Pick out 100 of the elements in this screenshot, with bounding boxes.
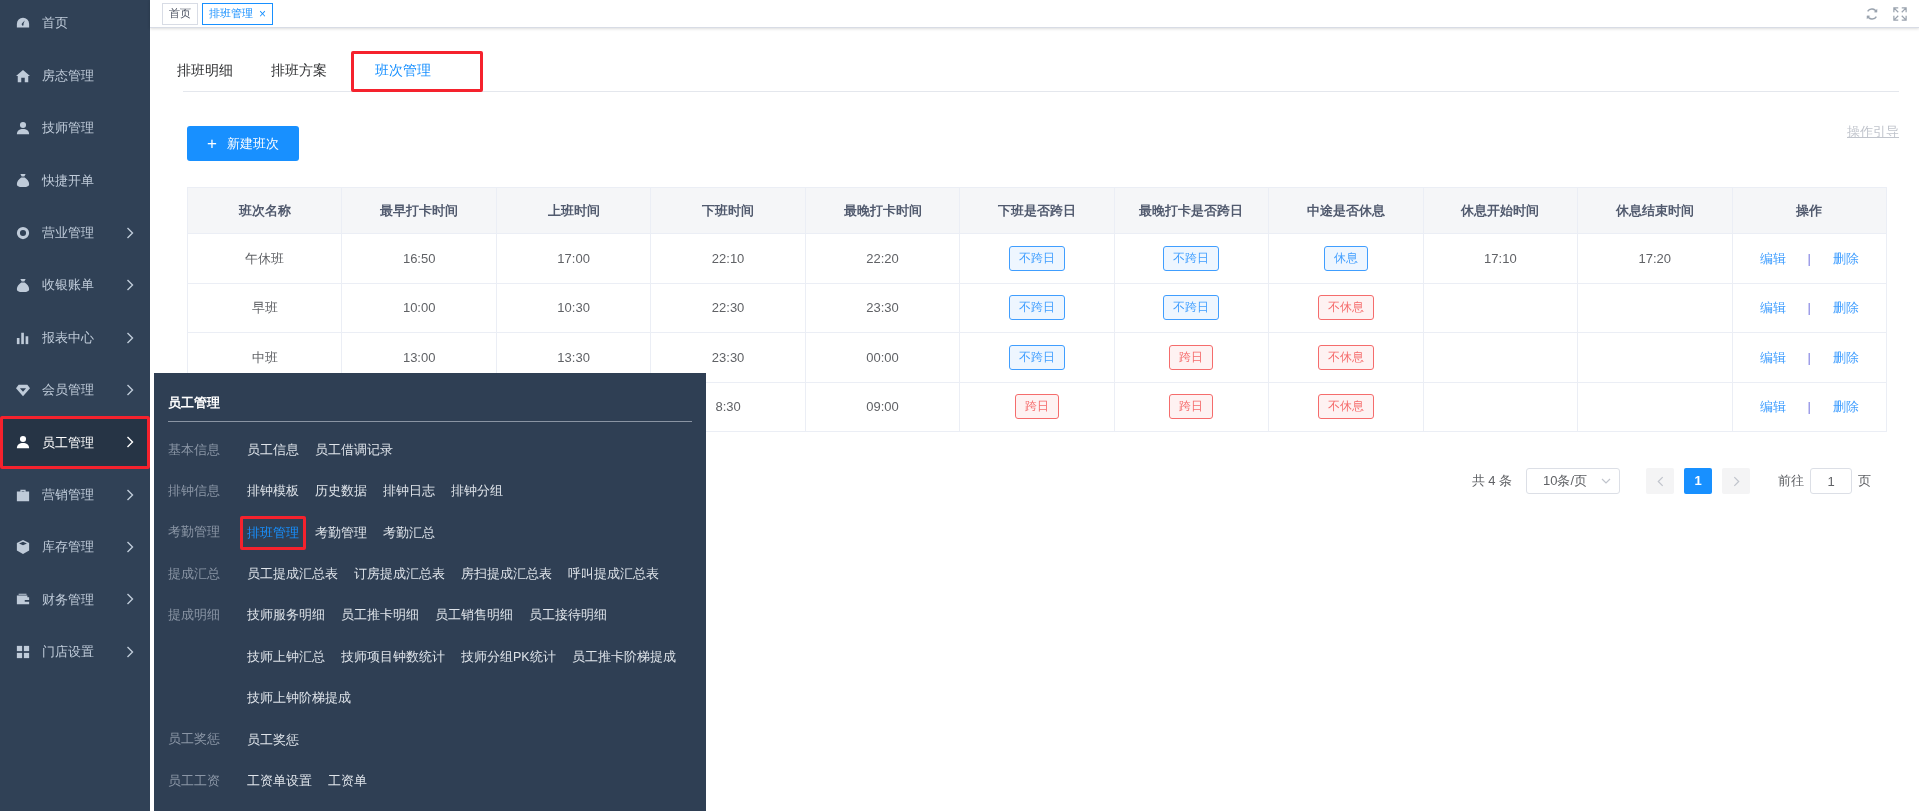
table-cell: 16:50 <box>341 233 497 283</box>
status-tag: 不跨日 <box>1163 245 1220 271</box>
menu-link[interactable]: 工资单设置 <box>240 764 319 799</box>
table-cell: 17:10 <box>1423 233 1578 283</box>
page-size-select[interactable]: 10条/页 <box>1526 468 1620 494</box>
separator: | <box>1807 300 1811 315</box>
menu-link[interactable]: 排钟分组 <box>444 474 510 509</box>
sidebar-item[interactable]: 收银账单 <box>0 258 150 312</box>
menu-link[interactable]: 员工销售明细 <box>428 598 520 634</box>
sidebar-item[interactable]: 技师管理 <box>0 101 150 155</box>
page-suffix: 页 <box>1858 472 1871 491</box>
bar-chart-icon <box>16 330 30 345</box>
column-header: 最晚打卡时间 <box>805 187 960 234</box>
menu-link[interactable]: 考勤汇总 <box>376 515 442 551</box>
menu-link[interactable]: 房扫提成汇总表 <box>454 557 559 592</box>
menu-link[interactable]: 员工奖惩 <box>240 722 306 758</box>
sidebar-item[interactable]: 快捷开单 <box>0 154 150 207</box>
menu-link[interactable]: 技师项目钟数统计 <box>334 639 452 675</box>
ring-icon <box>16 225 30 240</box>
sidebar-label: 营销管理 <box>42 485 94 504</box>
status-tag: 休息 <box>1323 245 1368 271</box>
sidebar-item[interactable]: 营销管理 <box>0 468 150 521</box>
column-header: 最早打卡时间 <box>341 187 497 234</box>
menu-link[interactable]: 订房提成汇总表 <box>347 557 452 592</box>
table-cell: 10:30 <box>496 283 651 333</box>
table-cell: 早班 <box>187 283 342 333</box>
sidebar-label: 报表中心 <box>42 328 94 347</box>
group-label: 提成汇总 <box>168 565 221 583</box>
status-tag: 不跨日 <box>1009 344 1065 370</box>
sidebar-label: 门店设置 <box>42 643 94 662</box>
menu-link[interactable]: 员工推卡阶梯提成 <box>564 639 683 675</box>
status-tag: 不休息 <box>1317 394 1374 420</box>
menu-link[interactable]: 排钟模板 <box>240 474 306 509</box>
briefcase-icon <box>16 487 30 502</box>
sidebar-label: 快捷开单 <box>42 171 94 190</box>
sidebar-item[interactable]: 营业管理 <box>0 206 150 259</box>
refresh-icon[interactable] <box>1865 6 1879 21</box>
sidebar-label: 技师管理 <box>42 119 94 138</box>
table-cell: 10:00 <box>341 283 497 333</box>
table-cell: 23:30 <box>805 283 960 333</box>
group-label: 员工奖惩 <box>168 731 221 749</box>
sidebar-item[interactable]: 门店设置 <box>0 625 150 679</box>
total-count: 共 4 条 <box>1471 472 1512 491</box>
money-bag-icon <box>16 173 30 188</box>
menu-link[interactable]: 员工推卡明细 <box>334 598 426 634</box>
table-cell: 17:00 <box>496 233 651 283</box>
menu-link[interactable]: 员工信息 <box>240 432 306 468</box>
menu-link[interactable]: 技师分组PK统计 <box>454 639 563 675</box>
sidebar-item[interactable]: 库存管理 <box>0 520 150 574</box>
separator: | <box>1807 349 1811 365</box>
menu-link[interactable]: 考勤管理 <box>308 515 374 551</box>
separator: | <box>1807 250 1811 266</box>
table-cell: 00:00 <box>805 332 960 382</box>
sidebar-label: 营业管理 <box>42 224 94 242</box>
column-header: 操作 <box>1732 187 1887 234</box>
table-cell: 09:00 <box>805 382 960 432</box>
money-bag-icon <box>16 278 30 293</box>
column-header: 休息开始时间 <box>1423 187 1578 234</box>
sidebar-item[interactable]: 房态管理 <box>0 49 150 102</box>
sidebar-item[interactable]: 员工管理 <box>0 416 150 469</box>
fullscreen-icon[interactable] <box>1893 6 1907 21</box>
column-header: 下班时间 <box>650 187 806 234</box>
sidebar-item[interactable]: 报表中心 <box>0 311 150 364</box>
menu-link[interactable]: 员工提成汇总表 <box>240 557 345 592</box>
chevron-right-icon <box>1732 475 1740 487</box>
tab[interactable]: 排班方案 <box>271 60 327 91</box>
status-tag: 不跨日 <box>1009 245 1065 271</box>
menu-link[interactable]: 员工接待明细 <box>522 598 614 634</box>
group-label: 排钟信息 <box>168 482 221 500</box>
caret-down-icon <box>1601 478 1611 484</box>
grid-icon <box>16 644 30 659</box>
table-cell: 22:20 <box>805 233 960 283</box>
menu-link[interactable]: 呼叫提成汇总表 <box>561 557 666 592</box>
page-input[interactable]: 1 <box>1810 468 1852 494</box>
menu-link[interactable]: 员工借调记录 <box>308 432 400 468</box>
column-header: 中途是否休息 <box>1268 187 1424 234</box>
column-header: 班次名称 <box>187 187 342 234</box>
page-tab[interactable]: 排班管理 × <box>202 2 273 25</box>
status-tag: 不休息 <box>1317 344 1374 370</box>
menu-title: 员工管理 <box>168 393 692 422</box>
menu-link[interactable]: 排钟日志 <box>376 474 442 509</box>
sidebar-label: 会员管理 <box>42 381 94 400</box>
user-icon <box>16 120 30 135</box>
column-header: 上班时间 <box>496 187 651 234</box>
sidebar-item[interactable]: 财务管理 <box>0 573 150 626</box>
sidebar-item[interactable]: 会员管理 <box>0 363 150 417</box>
group-label: 基本信息 <box>168 441 221 459</box>
table-cell: 17:20 <box>1577 233 1733 283</box>
menu-link[interactable]: 技师上钟阶梯提成 <box>240 681 358 716</box>
table-cell: 午休班 <box>187 233 342 283</box>
menu-link[interactable]: 工资单 <box>321 764 374 799</box>
tab[interactable]: 排班明细 <box>177 60 233 91</box>
diamond-icon <box>16 382 30 397</box>
status-tag: 不休息 <box>1317 295 1374 321</box>
page-tab[interactable]: 首页 <box>162 2 198 25</box>
sidebar-label: 房态管理 <box>42 66 94 85</box>
menu-link[interactable]: 技师服务明细 <box>240 598 332 634</box>
menu-link[interactable]: 历史数据 <box>308 474 374 509</box>
sidebar-item[interactable]: 首页 <box>0 0 150 50</box>
menu-link[interactable]: 技师上钟汇总 <box>240 639 332 675</box>
